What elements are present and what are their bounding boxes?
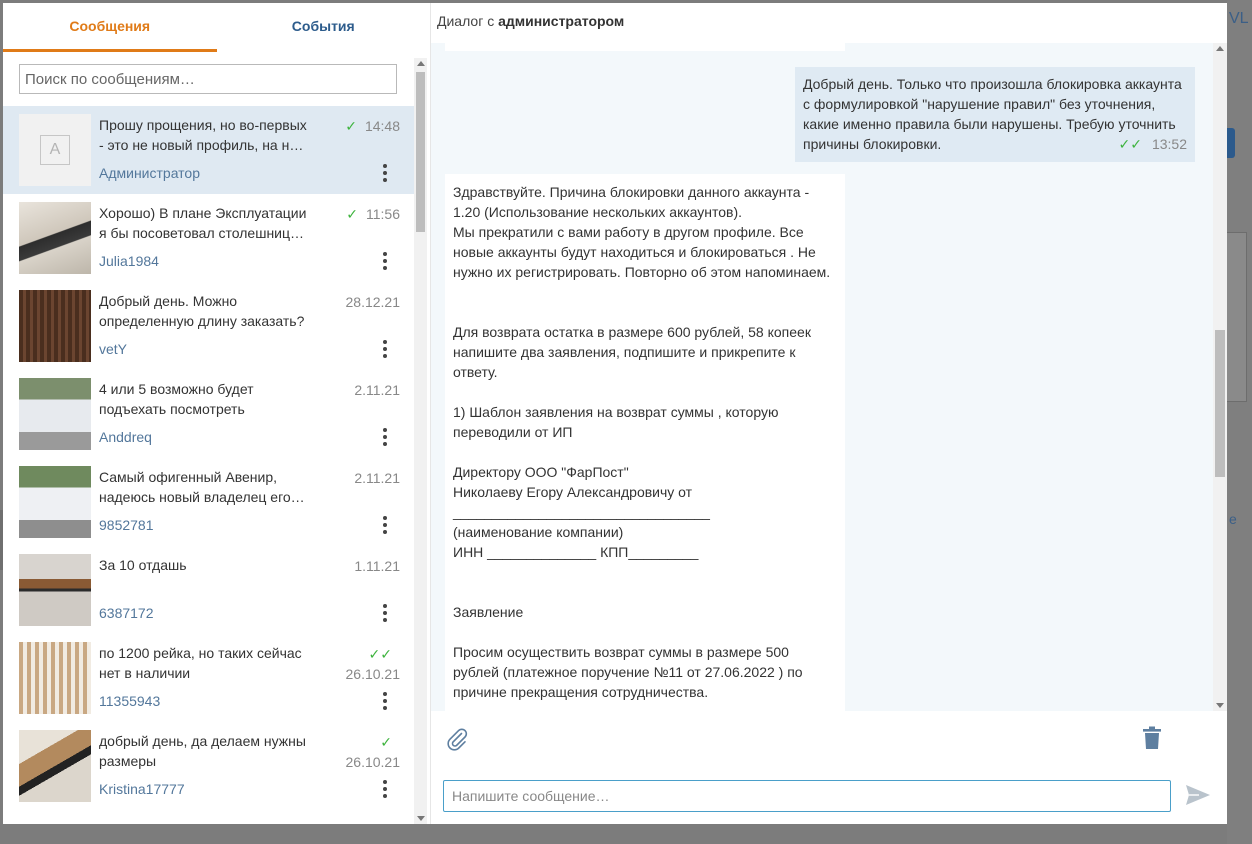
conversation-time: 28.12.21 bbox=[345, 294, 401, 310]
conversation-preview: по 1200 рейка, но таких сейчас нет в нал… bbox=[99, 645, 302, 681]
conversation-time: 2.11.21 bbox=[354, 382, 400, 398]
tab-messages[interactable]: Сообщения bbox=[3, 3, 217, 52]
conversation-preview: Добрый день. Можно определенную длину за… bbox=[99, 293, 305, 329]
messages-modal: Сообщения События A Прошу прощения, но во… bbox=[3, 3, 1227, 824]
outgoing-message-time: 13:52 bbox=[1151, 136, 1187, 152]
dialog-title-prefix: Диалог с bbox=[437, 13, 495, 29]
conversation-item[interactable]: Добрый день. Можно определенную длину за… bbox=[3, 282, 414, 370]
conversation-author[interactable]: Kristina17777 bbox=[99, 781, 399, 797]
conversation-preview: 4 или 5 возможно будет подъехать посмотр… bbox=[99, 381, 254, 417]
conversation-list: A Прошу прощения, но во-первых - это не н… bbox=[3, 106, 414, 824]
trash-icon[interactable] bbox=[1141, 726, 1163, 750]
kebab-icon[interactable] bbox=[382, 780, 388, 798]
conversation-preview: Прошу прощения, но во-первых - это не но… bbox=[99, 117, 307, 153]
kebab-icon[interactable] bbox=[382, 692, 388, 710]
double-check-icon: ✓✓ bbox=[368, 646, 392, 662]
double-check-icon: ✓✓ bbox=[1118, 136, 1142, 152]
chat-area: Добрый день. Только что произошла блокир… bbox=[431, 43, 1213, 711]
conversation-item[interactable]: За 10 отдашь 6387172 1.11.21 bbox=[3, 546, 414, 634]
search-wrapper bbox=[3, 52, 413, 104]
conversation-preview: Самый офигенный Авенир, надеюсь новый вл… bbox=[99, 469, 305, 505]
dialog-panel: Диалог с администратором Добрый день. То… bbox=[431, 3, 1227, 824]
kebab-icon[interactable] bbox=[382, 252, 388, 270]
scroll-down-arrow-icon[interactable] bbox=[417, 816, 425, 821]
conversation-item[interactable]: Хорошо) В плане Эксплуатации я бы посове… bbox=[3, 194, 414, 282]
listing-thumbnail bbox=[19, 642, 91, 714]
chat-scrollbar-thumb[interactable] bbox=[1215, 330, 1225, 477]
listing-thumbnail bbox=[19, 554, 91, 626]
conversation-author[interactable]: Julia1984 bbox=[99, 253, 399, 269]
conversation-item[interactable]: 4 или 5 возможно будет подъехать посмотр… bbox=[3, 370, 414, 458]
conversation-meta: ✓ 14:48 bbox=[345, 116, 400, 136]
conversation-preview: Хорошо) В плане Эксплуатации я бы посове… bbox=[99, 205, 307, 241]
dialog-title-name: администратором bbox=[498, 13, 625, 29]
kebab-icon[interactable] bbox=[382, 164, 388, 182]
dialog-title: Диалог с администратором bbox=[431, 3, 1227, 43]
backdrop-panel bbox=[1227, 232, 1247, 402]
conversation-item[interactable]: добрый день, да делаем нужны размеры Kris… bbox=[3, 722, 414, 810]
conversation-time: 26.10.21 bbox=[345, 754, 401, 770]
scroll-up-arrow-icon[interactable] bbox=[417, 61, 425, 66]
conversation-time: 14:48 bbox=[364, 118, 400, 134]
scrollbar-thumb[interactable] bbox=[416, 72, 425, 232]
listing-thumbnail bbox=[19, 290, 91, 362]
conversation-item[interactable]: по 1200 рейка, но таких сейчас нет в нал… bbox=[3, 634, 414, 722]
conversation-meta: 28.12.21 bbox=[346, 292, 401, 312]
kebab-icon[interactable] bbox=[382, 516, 388, 534]
chat-scroll-down-arrow-icon[interactable] bbox=[1216, 703, 1224, 708]
backdrop-link: e bbox=[1229, 511, 1237, 527]
conversation-time: 1.11.21 bbox=[354, 558, 400, 574]
conversation-panel: Сообщения События A Прошу прощения, но во… bbox=[3, 3, 431, 824]
conversation-item[interactable]: A Прошу прощения, но во-первых - это не н… bbox=[3, 106, 414, 194]
conversation-meta: 2.11.21 bbox=[354, 380, 400, 400]
paperclip-icon[interactable] bbox=[445, 727, 469, 751]
previous-message-fragment bbox=[445, 43, 845, 51]
backdrop-button bbox=[1227, 128, 1235, 158]
conversation-time: 11:56 bbox=[366, 206, 400, 222]
conversation-meta: ✓ 26.10.21 bbox=[346, 732, 401, 772]
conversation-time: 26.10.21 bbox=[345, 666, 401, 682]
backdrop-text: VL bbox=[1229, 10, 1249, 27]
conversation-meta: 1.11.21 bbox=[354, 556, 400, 576]
tab-bar: Сообщения События bbox=[3, 3, 430, 52]
conversation-meta: 2.11.21 bbox=[354, 468, 400, 488]
listing-thumbnail bbox=[19, 202, 91, 274]
conversation-time: 2.11.21 bbox=[354, 470, 400, 486]
message-input[interactable] bbox=[443, 780, 1171, 812]
kebab-icon[interactable] bbox=[382, 604, 388, 622]
tab-events[interactable]: События bbox=[217, 3, 431, 52]
conversation-scrollbar[interactable] bbox=[414, 58, 427, 824]
kebab-icon[interactable] bbox=[382, 340, 388, 358]
kebab-icon[interactable] bbox=[382, 428, 388, 446]
conversation-preview: добрый день, да делаем нужны размеры bbox=[99, 733, 306, 769]
avatar-letter: A bbox=[40, 135, 70, 165]
chat-scrollbar[interactable] bbox=[1213, 43, 1227, 711]
message-toolbar bbox=[431, 711, 1227, 773]
listing-thumbnail bbox=[19, 730, 91, 802]
chat-scroll-up-arrow-icon[interactable] bbox=[1216, 46, 1224, 51]
conversation-author[interactable]: Anddreq bbox=[99, 429, 399, 445]
check-icon: ✓ bbox=[345, 118, 357, 134]
avatar: A bbox=[19, 114, 91, 186]
conversation-author[interactable]: Администратор bbox=[99, 165, 399, 181]
conversation-meta: ✓ 11:56 bbox=[346, 204, 400, 224]
conversation-author[interactable]: vetY bbox=[99, 341, 399, 357]
listing-thumbnail bbox=[19, 466, 91, 538]
check-icon: ✓ bbox=[346, 206, 358, 222]
listing-thumbnail bbox=[19, 378, 91, 450]
conversation-preview: За 10 отдашь bbox=[99, 557, 187, 573]
conversation-author[interactable]: 11355943 bbox=[99, 693, 399, 709]
send-icon[interactable] bbox=[1185, 783, 1211, 807]
check-icon: ✓ bbox=[380, 734, 392, 750]
search-input[interactable] bbox=[19, 64, 397, 94]
incoming-message: Здравствуйте. Причина блокировки данного… bbox=[445, 174, 845, 711]
conversation-meta: ✓✓ 26.10.21 bbox=[346, 644, 401, 684]
conversation-author[interactable]: 6387172 bbox=[99, 605, 399, 621]
conversation-author[interactable]: 9852781 bbox=[99, 517, 399, 533]
conversation-item[interactable]: Самый офигенный Авенир, надеюсь новый вл… bbox=[3, 458, 414, 546]
outgoing-message: Добрый день. Только что произошла блокир… bbox=[795, 67, 1195, 162]
backdrop-edge bbox=[1227, 0, 1252, 844]
